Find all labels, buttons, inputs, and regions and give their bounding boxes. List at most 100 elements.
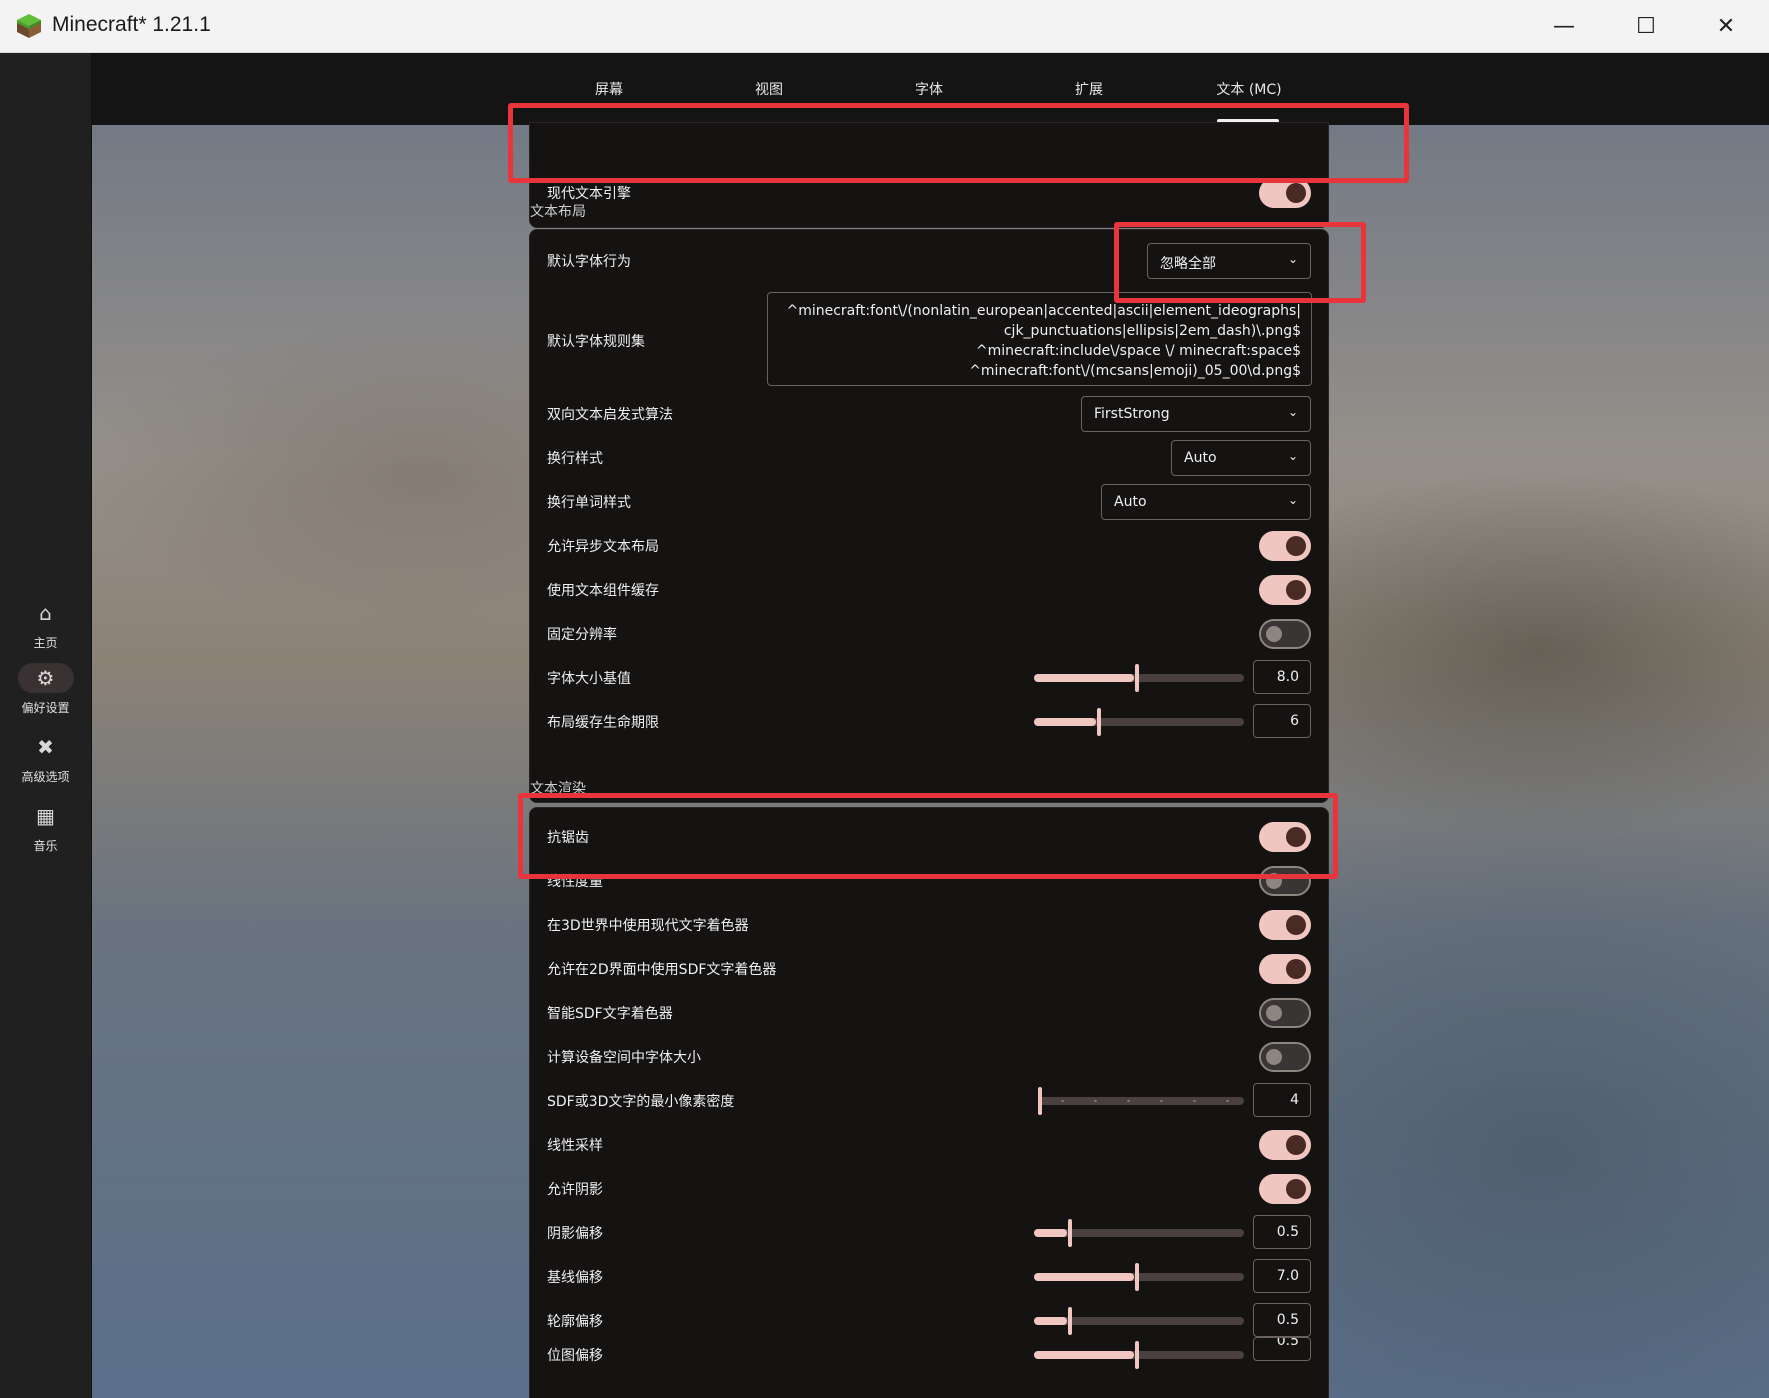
slider-fill — [1034, 1229, 1067, 1237]
setting-row: 字体大小基值 8.0 — [530, 656, 1328, 700]
rail-item-label: 高级选项 — [21, 770, 70, 784]
rail-item-home[interactable]: ⌂ 主页 — [0, 598, 91, 662]
toggle-knob — [1286, 183, 1306, 203]
toggle-knob — [1266, 1049, 1282, 1065]
slider-fill — [1034, 1317, 1067, 1325]
rail-item-advanced[interactable]: ✖ 高级选项 — [0, 732, 91, 796]
rail-item-label: 主页 — [33, 636, 58, 650]
outline-offset-input[interactable]: 0.5 — [1253, 1303, 1311, 1337]
setting-label: 换行单词样式 — [547, 495, 631, 511]
slider-thumb[interactable] — [1068, 1307, 1072, 1335]
min-pixel-density-input[interactable]: 4 — [1253, 1083, 1311, 1117]
toggle-knob — [1286, 915, 1306, 935]
setting-label: 线性采样 — [547, 1138, 603, 1154]
maximize-button[interactable]: ☐ — [1623, 6, 1669, 46]
setting-row: 基线偏移 7.0 — [530, 1255, 1328, 1299]
tab-text-mc[interactable]: 文本 (MC) — [1189, 79, 1309, 99]
setting-row: 默认字体规则集 ^minecraft:font\/(nonlatin_europ… — [530, 292, 1328, 388]
layout-cache-life-slider[interactable] — [1034, 708, 1244, 736]
allow-shadow-toggle[interactable] — [1259, 1174, 1311, 1204]
dropdown-value: Auto — [1184, 450, 1217, 466]
setting-label: 位图偏移 — [547, 1348, 603, 1364]
slider-ticks — [1046, 1100, 1242, 1102]
shadow-offset-slider[interactable] — [1034, 1219, 1244, 1247]
setting-row: 布局缓存生命期限 6 — [530, 700, 1328, 744]
fixed-resolution-toggle[interactable] — [1259, 619, 1311, 649]
slider-fill — [1034, 1351, 1134, 1359]
min-pixel-density-slider[interactable] — [1038, 1087, 1244, 1115]
setting-label: 阴影偏移 — [547, 1226, 603, 1242]
toggle-knob — [1286, 536, 1306, 556]
tab-extensions[interactable]: 扩展 — [1029, 79, 1149, 99]
rail-item-preferences[interactable]: ⚙ 偏好设置 — [0, 663, 91, 727]
setting-label: 布局缓存生命期限 — [547, 715, 659, 731]
smart-sdf-toggle[interactable] — [1259, 998, 1311, 1028]
slider-thumb[interactable] — [1135, 1341, 1139, 1369]
slider-thumb[interactable] — [1068, 1219, 1072, 1247]
rail-item-label: 音乐 — [33, 839, 58, 853]
rail-item-label: 偏好设置 — [21, 701, 70, 715]
toggle-knob — [1286, 1179, 1306, 1199]
async-layout-toggle[interactable] — [1259, 531, 1311, 561]
sdf-shader-2d-toggle[interactable] — [1259, 954, 1311, 984]
component-cache-toggle[interactable] — [1259, 575, 1311, 605]
outline-offset-slider[interactable] — [1034, 1307, 1244, 1335]
setting-row: 允许异步文本布局 — [530, 524, 1328, 568]
toggle-knob — [1266, 1005, 1282, 1021]
setting-row: 线性采样 — [530, 1123, 1328, 1167]
slider-fill — [1034, 718, 1096, 726]
setting-label: 智能SDF文字着色器 — [547, 1006, 673, 1022]
setting-row: 智能SDF文字着色器 — [530, 991, 1328, 1035]
tab-font[interactable]: 字体 — [869, 79, 989, 99]
font-size-base-input[interactable]: 8.0 — [1253, 660, 1311, 694]
slider-thumb[interactable] — [1097, 708, 1101, 736]
setting-label: 轮廓偏移 — [547, 1314, 603, 1330]
setting-label: 允许阴影 — [547, 1182, 603, 1198]
shadow-offset-input[interactable]: 0.5 — [1253, 1215, 1311, 1249]
toggle-knob — [1286, 1135, 1306, 1155]
setting-label: 计算设备空间中字体大小 — [547, 1050, 701, 1066]
highlight-box-font-behavior — [1114, 222, 1366, 303]
minimize-button[interactable]: — — [1541, 6, 1587, 46]
setting-label: 在3D世界中使用现代文字着色器 — [547, 918, 749, 934]
minecraft-grass-block-icon — [17, 14, 41, 38]
bitmap-offset-input[interactable]: 0.5 — [1253, 1337, 1311, 1361]
setting-label: 使用文本组件缓存 — [547, 583, 659, 599]
main-area: 屏幕 视图 字体 扩展 文本 (MC) 现代文本引擎 文本布局 默认字体行为 忽… — [92, 53, 1769, 1398]
close-button[interactable]: ✕ — [1703, 6, 1749, 46]
layout-cache-life-input[interactable]: 6 — [1253, 704, 1311, 738]
setting-row: SDF或3D文字的最小像素密度 4 — [530, 1079, 1328, 1123]
setting-row: 换行单词样式 Auto ⌄ — [530, 480, 1328, 524]
setting-label: 双向文本启发式算法 — [547, 407, 673, 423]
font-size-base-slider[interactable] — [1034, 664, 1244, 692]
bidi-dropdown[interactable]: FirstStrong ⌄ — [1081, 396, 1311, 432]
slider-thumb[interactable] — [1135, 1263, 1139, 1291]
rule-line: ^minecraft:include\/space \/ minecraft:s… — [975, 343, 1301, 359]
toggle-knob — [1286, 959, 1306, 979]
setting-row: 计算设备空间中字体大小 — [530, 1035, 1328, 1079]
baseline-offset-slider[interactable] — [1034, 1263, 1244, 1291]
slider-thumb[interactable] — [1038, 1087, 1042, 1115]
setting-row: 允许阴影 — [530, 1167, 1328, 1211]
tab-view[interactable]: 视图 — [709, 79, 829, 99]
slider-thumb[interactable] — [1135, 664, 1139, 692]
rail-item-music[interactable]: ▦ 音乐 — [0, 801, 91, 865]
chevron-down-icon: ⌄ — [1287, 405, 1298, 419]
toggle-knob — [1266, 626, 1282, 642]
tab-screen[interactable]: 屏幕 — [549, 79, 669, 99]
tools-icon: ✖ — [37, 735, 54, 759]
default-font-rules-textarea[interactable]: ^minecraft:font\/(nonlatin_european|acce… — [767, 292, 1312, 386]
setting-label: 字体大小基值 — [547, 671, 631, 687]
linear-sampling-toggle[interactable] — [1259, 1130, 1311, 1160]
setting-row: 固定分辨率 — [530, 612, 1328, 656]
bitmap-offset-slider[interactable] — [1034, 1341, 1244, 1369]
line-break-word-style-dropdown[interactable]: Auto ⌄ — [1101, 484, 1311, 520]
setting-row: 换行样式 Auto ⌄ — [530, 436, 1328, 480]
modern-shader-3d-toggle[interactable] — [1259, 910, 1311, 940]
section-title-layout: 文本布局 — [530, 204, 586, 220]
baseline-offset-input[interactable]: 7.0 — [1253, 1259, 1311, 1293]
device-space-font-toggle[interactable] — [1259, 1042, 1311, 1072]
setting-row: 使用文本组件缓存 — [530, 568, 1328, 612]
line-break-style-dropdown[interactable]: Auto ⌄ — [1171, 440, 1311, 476]
dropdown-value: Auto — [1114, 494, 1147, 510]
